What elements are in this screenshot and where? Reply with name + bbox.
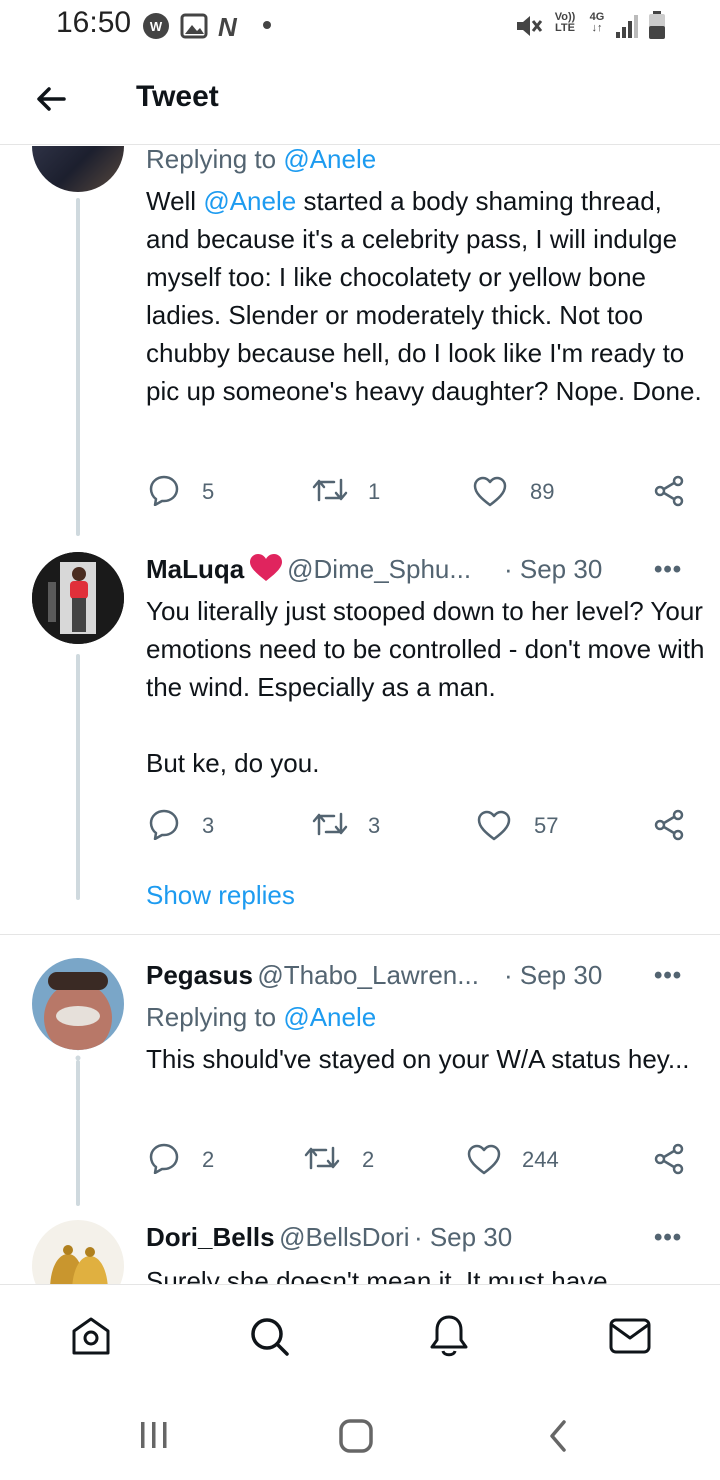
tweet-date: · Sep 30 bbox=[504, 960, 603, 990]
svg-text:W: W bbox=[150, 19, 163, 34]
thread-line bbox=[76, 654, 80, 900]
share-icon[interactable] bbox=[652, 474, 686, 508]
like-icon[interactable] bbox=[472, 476, 508, 508]
like-count: 89 bbox=[530, 479, 555, 504]
netflix-n-icon: N bbox=[218, 12, 238, 40]
tweet-4[interactable]: Dori_Bells @BellsDori · Sep 30 ••• Surel… bbox=[0, 1206, 720, 1284]
volte-indicator: Vo)) LTE bbox=[554, 11, 576, 34]
display-name[interactable]: Dori_Bells bbox=[146, 1222, 275, 1252]
show-replies-link[interactable]: Show replies bbox=[146, 880, 295, 911]
retweet-icon[interactable] bbox=[304, 1144, 340, 1172]
network-indicator: 4G ↓↑ bbox=[589, 11, 605, 34]
reply-count: 3 bbox=[202, 813, 215, 838]
display-name[interactable]: MaLuqa bbox=[146, 554, 244, 584]
tweet-header: Dori_Bells @BellsDori · Sep 30 bbox=[146, 1222, 512, 1253]
reply-count: 2 bbox=[202, 1147, 215, 1172]
user-handle[interactable]: @BellsDori bbox=[279, 1222, 409, 1252]
like-count: 244 bbox=[522, 1147, 559, 1172]
share-icon[interactable] bbox=[652, 808, 686, 842]
avatar[interactable] bbox=[32, 1220, 124, 1284]
tweet-thread: Replying to @Anele Well @Anele started a… bbox=[0, 146, 720, 1284]
mention-link[interactable]: @Anele bbox=[283, 1002, 376, 1032]
retweet-icon[interactable] bbox=[312, 476, 348, 504]
replying-to: Replying to @Anele bbox=[146, 1002, 377, 1032]
avatar[interactable] bbox=[32, 958, 124, 1050]
more-options-button[interactable]: ••• bbox=[654, 1224, 682, 1252]
user-handle[interactable]: @Thabo_Lawren... bbox=[257, 960, 479, 990]
retweet-count: 3 bbox=[368, 813, 381, 838]
divider bbox=[0, 934, 720, 935]
tweet-text: You literally just stooped down to her l… bbox=[146, 596, 705, 778]
status-time: 16:50 bbox=[56, 6, 132, 39]
status-bar: 16:50 W N Vo)) LTE 4G ↓↑ bbox=[0, 0, 720, 52]
tweet-text: This should've stayed on your W/A status… bbox=[146, 1044, 690, 1074]
page-title: Tweet bbox=[136, 80, 219, 113]
notifications-icon[interactable] bbox=[428, 1313, 470, 1359]
reply-count: 5 bbox=[202, 479, 215, 504]
tweet-3[interactable]: Pegasus @Thabo_Lawren... · Sep 30 ••• Re… bbox=[0, 936, 720, 1206]
tweet-1[interactable]: Replying to @Anele Well @Anele started a… bbox=[0, 146, 720, 536]
more-options-button[interactable]: ••• bbox=[654, 962, 682, 990]
mute-icon bbox=[517, 16, 543, 36]
avatar[interactable] bbox=[32, 146, 124, 192]
red-heart-icon bbox=[249, 554, 282, 581]
tweet-header: Pegasus @Thabo_Lawren... bbox=[146, 960, 479, 991]
battery-icon bbox=[649, 11, 665, 39]
app-w-icon: W bbox=[143, 13, 169, 39]
top-app-bar: Tweet bbox=[0, 52, 720, 145]
tweet-text: Surely she doesn't mean it. It must have bbox=[146, 1266, 608, 1284]
like-icon[interactable] bbox=[466, 1144, 502, 1176]
thread-line bbox=[76, 198, 80, 536]
replying-to: Replying to @Anele bbox=[146, 146, 377, 174]
signal-icon bbox=[616, 15, 638, 38]
thread-line bbox=[76, 1060, 80, 1206]
reply-icon[interactable] bbox=[148, 1142, 180, 1174]
messages-icon[interactable] bbox=[608, 1317, 652, 1355]
more-options-button[interactable]: ••• bbox=[654, 556, 682, 584]
display-name[interactable]: Pegasus bbox=[146, 960, 253, 990]
share-icon[interactable] bbox=[652, 1142, 686, 1176]
back-arrow-icon[interactable] bbox=[34, 82, 68, 116]
tweet-text: Well @Anele started a body shaming threa… bbox=[146, 186, 702, 406]
like-count: 57 bbox=[534, 813, 559, 838]
bottom-navigation bbox=[0, 1284, 720, 1384]
avatar[interactable] bbox=[32, 552, 124, 644]
tweet-header: MaLuqa @Dime_Sphu... bbox=[146, 554, 471, 585]
dot-icon bbox=[263, 21, 271, 29]
tweet-date: · Sep 30 bbox=[413, 1222, 513, 1252]
svg-text:N: N bbox=[218, 12, 238, 40]
retweet-count: 1 bbox=[368, 479, 381, 504]
reply-icon[interactable] bbox=[148, 808, 180, 840]
tweet-2[interactable]: MaLuqa @Dime_Sphu... · Sep 30 ••• You li… bbox=[0, 536, 720, 1061]
retweet-icon[interactable] bbox=[312, 810, 348, 838]
user-handle[interactable]: @Dime_Sphu... bbox=[287, 554, 471, 584]
home-icon[interactable] bbox=[70, 1315, 112, 1357]
mention-link[interactable]: @Anele bbox=[283, 146, 376, 174]
home-button-icon[interactable] bbox=[338, 1418, 374, 1454]
system-navigation-bar bbox=[0, 1384, 720, 1480]
back-button-icon[interactable] bbox=[546, 1418, 570, 1454]
mention-link[interactable]: @Anele bbox=[203, 186, 296, 216]
search-icon[interactable] bbox=[248, 1315, 290, 1357]
gallery-icon bbox=[180, 13, 208, 39]
retweet-count: 2 bbox=[362, 1147, 375, 1172]
like-icon[interactable] bbox=[476, 810, 512, 842]
reply-icon[interactable] bbox=[148, 474, 180, 506]
tweet-date: · Sep 30 bbox=[504, 554, 603, 584]
recent-apps-icon[interactable] bbox=[138, 1420, 170, 1450]
